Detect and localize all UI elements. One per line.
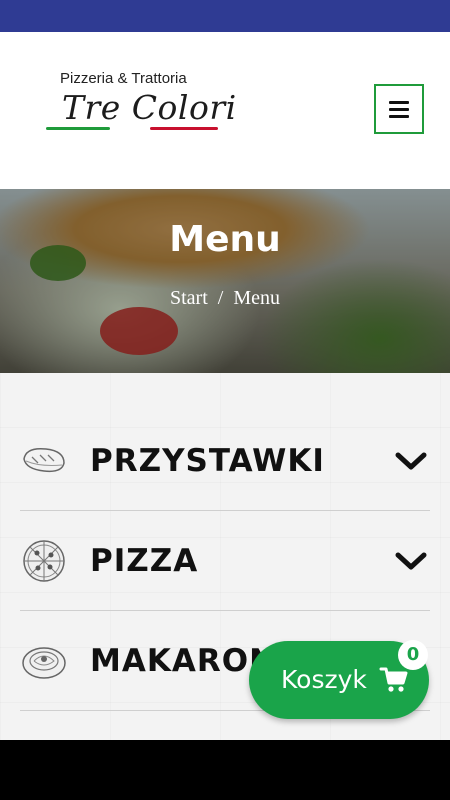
menu-toggle-button[interactable] [374, 84, 424, 134]
page-hero-banner: Menu Start / Menu [0, 189, 450, 373]
breadcrumb-separator: / [217, 287, 224, 309]
page-title: Menu [169, 219, 281, 260]
cart-count-badge: 0 [398, 640, 428, 670]
category-label: PRZYSTAWKI [90, 443, 325, 479]
logo-green-stripe [46, 127, 110, 130]
category-przystawki[interactable]: PRZYSTAWKI [20, 411, 430, 511]
chevron-down-icon[interactable] [394, 549, 428, 573]
status-bar [0, 0, 450, 32]
breadcrumb-current: Menu [233, 287, 280, 309]
breadcrumb-home-link[interactable]: Start [170, 287, 208, 309]
hero-overlay [0, 189, 450, 373]
shopping-cart-icon [379, 667, 408, 692]
logo-subtitle: Pizzeria & Trattoria [60, 70, 187, 87]
site-header: Pizzeria & Trattoria Tre Colori [0, 32, 450, 189]
logo-red-stripe [150, 127, 218, 130]
breadcrumb: Start / Menu [0, 287, 450, 310]
logo-title: Tre Colori [62, 88, 237, 127]
hamburger-menu-icon [389, 97, 409, 122]
chevron-down-icon[interactable] [394, 449, 428, 473]
navigation-bar [0, 740, 450, 800]
site-logo[interactable]: Pizzeria & Trattoria Tre Colori [46, 70, 236, 132]
category-label: PIZZA [90, 543, 199, 579]
bread-icon [23, 447, 65, 473]
cart-label: Koszyk [281, 665, 367, 694]
pasta-icon [22, 647, 66, 679]
pizza-icon [23, 540, 65, 582]
category-pizza[interactable]: PIZZA [20, 511, 430, 611]
